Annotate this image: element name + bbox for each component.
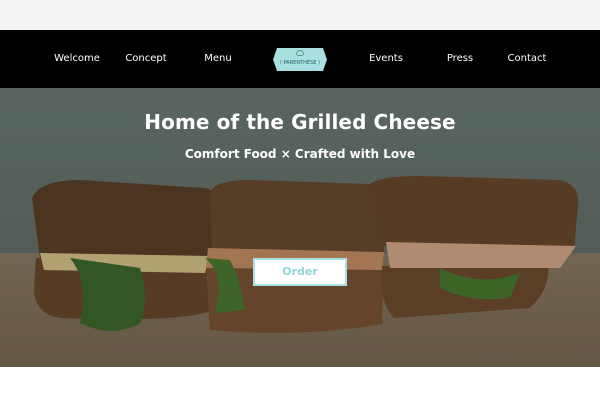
nav-item-events[interactable]: Events <box>358 30 414 88</box>
brand-logo[interactable]: ( PARENTHÈSE ) <box>273 43 327 76</box>
main-navigation: Welcome Concept Menu ( PARENTHÈSE ) Even… <box>0 30 600 88</box>
logo-badge: ( PARENTHÈSE ) <box>273 48 327 71</box>
nav-item-menu[interactable]: Menu <box>196 30 240 88</box>
hero-subtitle: Comfort Food × Crafted with Love <box>184 147 416 161</box>
hero-title: Home of the Grilled Cheese <box>144 110 456 134</box>
nav-item-contact[interactable]: Contact <box>502 30 552 88</box>
logo-text: ( PARENTHÈSE ) <box>280 58 320 66</box>
hero-section: Home of the Grilled Cheese Comfort Food … <box>0 88 600 367</box>
page-bottom <box>0 367 600 400</box>
order-button[interactable]: Order <box>253 258 347 286</box>
nav-item-press[interactable]: Press <box>440 30 480 88</box>
nav-item-concept[interactable]: Concept <box>118 30 174 88</box>
top-strip <box>0 0 600 30</box>
nav-item-welcome[interactable]: Welcome <box>45 30 109 88</box>
